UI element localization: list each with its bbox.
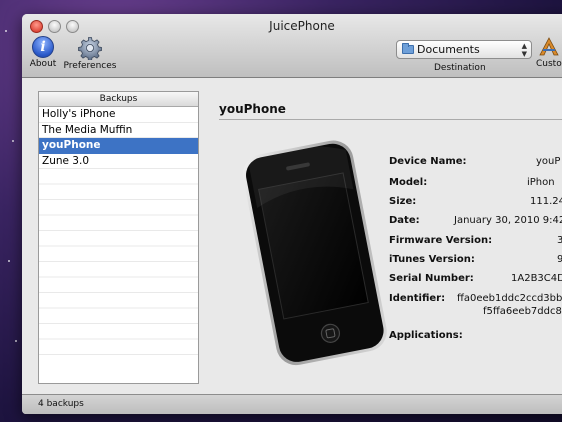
window-title: JuicePhone: [269, 19, 335, 33]
title-toolbar: JuicePhone i About Preferences Documents…: [22, 14, 562, 78]
applications-label: Applications:: [389, 330, 463, 341]
desktop-star: [15, 340, 17, 342]
destination-select[interactable]: Documents ▲ ▼: [396, 40, 532, 59]
empty-list-rows: [39, 169, 198, 369]
info-icon: i: [32, 36, 54, 58]
model-value: iPhon: [527, 177, 555, 188]
size-value: 111.24: [530, 196, 562, 207]
firmware-version-value: 3: [557, 235, 562, 246]
status-bar: 4 backups: [22, 394, 562, 414]
backups-header[interactable]: Backups: [39, 92, 198, 107]
backup-item-hollys-iphone[interactable]: Holly's iPhone: [39, 107, 198, 123]
select-arrows-icon: ▲ ▼: [521, 42, 527, 58]
preferences-label: Preferences: [63, 61, 117, 71]
itunes-version-label: iTunes Version:: [389, 254, 475, 265]
backup-item-youphone[interactable]: youPhone: [39, 138, 198, 154]
serial-number-label: Serial Number:: [389, 273, 474, 284]
backup-item-zune[interactable]: Zune 3.0: [39, 154, 198, 169]
identifier-value-line1: ffa0eeb1ddc2ccd3bbe: [457, 293, 562, 304]
date-value: January 30, 2010 9:42: [454, 215, 562, 226]
destination-label: Destination: [434, 63, 486, 73]
destination-value: Documents: [417, 43, 480, 56]
title-divider: [219, 119, 562, 120]
itunes-version-value: 9: [557, 254, 562, 265]
customize-label: Custo: [536, 59, 562, 69]
backup-count: 4 backups: [38, 399, 84, 409]
backups-list[interactable]: Backups Holly's iPhone The Media Muffin …: [38, 91, 199, 384]
device-title: youPhone: [219, 102, 286, 116]
firmware-version-label: Firmware Version:: [389, 235, 493, 246]
customize-icon: [539, 37, 559, 56]
identifier-value-line2: f5ffa6eeb7ddc8c: [483, 306, 562, 317]
date-label: Date:: [389, 215, 420, 226]
about-label: About: [29, 59, 57, 69]
model-label: Model:: [389, 177, 428, 188]
desktop-star: [8, 260, 10, 262]
identifier-label: Identifier:: [389, 293, 446, 304]
backup-item-the-media-muffin[interactable]: The Media Muffin: [39, 123, 198, 138]
gear-icon: [78, 37, 102, 60]
app-window: JuicePhone i About Preferences Documents…: [22, 14, 562, 414]
preferences-button[interactable]: Preferences: [62, 36, 118, 71]
customize-button[interactable]: Custo: [536, 36, 562, 69]
size-label: Size:: [389, 196, 417, 207]
serial-number-value: 1A2B3C4D: [511, 273, 562, 284]
about-button[interactable]: i About: [28, 36, 58, 69]
desktop-star: [12, 140, 14, 142]
desktop-star: [5, 30, 7, 32]
device-name-value: youP: [536, 156, 561, 167]
folder-icon: [402, 43, 414, 54]
device-name-label: Device Name:: [389, 156, 467, 167]
iphone-image: [242, 140, 387, 366]
